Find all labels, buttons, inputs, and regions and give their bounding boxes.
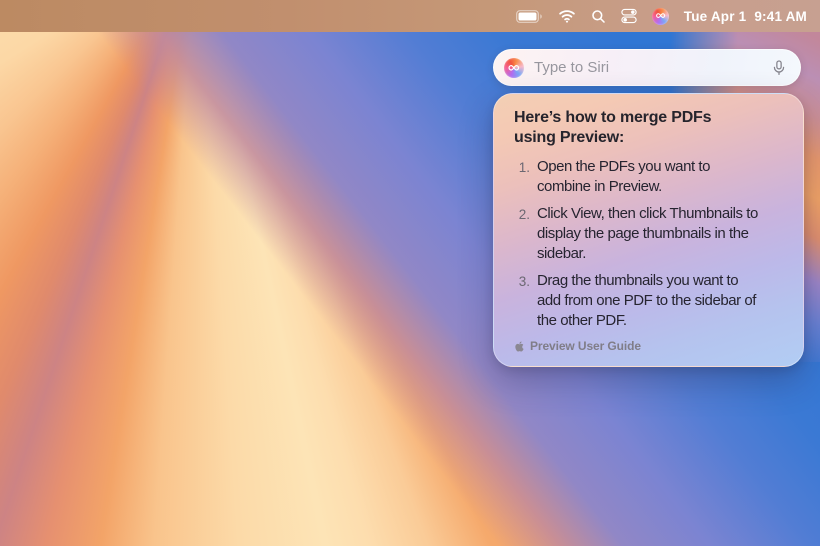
menu-bar-status-items: Tue Apr 1 9:41 AM xyxy=(516,7,807,25)
card-heading: Here’s how to merge PDFs using Preview: xyxy=(514,108,781,148)
step-text: Click View, then click Thumbnails to dis… xyxy=(537,204,758,264)
siri-response-card: Here’s how to merge PDFs using Preview: … xyxy=(493,93,804,367)
siri-input[interactable] xyxy=(493,49,801,86)
microphone-icon[interactable] xyxy=(768,57,790,79)
step-number: 1. xyxy=(514,157,530,197)
wifi-icon[interactable] xyxy=(558,7,576,25)
siri-icon[interactable] xyxy=(652,8,669,25)
menu-bar: Tue Apr 1 9:41 AM xyxy=(0,0,820,32)
siri-text-field[interactable] xyxy=(532,58,760,77)
step-number: 2. xyxy=(514,204,530,264)
step-text: Drag the thumbnails you want to add from… xyxy=(537,271,756,331)
spotlight-search-icon[interactable] xyxy=(591,7,606,25)
menu-bar-time: 9:41 AM xyxy=(754,9,807,24)
apple-logo-icon xyxy=(514,340,525,353)
battery-icon[interactable] xyxy=(516,7,543,25)
control-center-icon[interactable] xyxy=(621,7,637,25)
list-item: 3. Drag the thumbnails you want to add f… xyxy=(514,271,781,331)
step-text: Open the PDFs you want to combine in Pre… xyxy=(537,157,710,197)
source-label: Preview User Guide xyxy=(530,339,641,353)
menu-bar-date: Tue Apr 1 xyxy=(684,9,747,24)
siri-orb-icon xyxy=(504,58,524,78)
steps-list: 1. Open the PDFs you want to combine in … xyxy=(514,157,781,331)
list-item: 2. Click View, then click Thumbnails to … xyxy=(514,204,781,264)
menu-bar-clock[interactable]: Tue Apr 1 9:41 AM xyxy=(684,9,807,24)
step-number: 3. xyxy=(514,271,530,331)
source-link[interactable]: Preview User Guide xyxy=(514,339,781,353)
list-item: 1. Open the PDFs you want to combine in … xyxy=(514,157,781,197)
